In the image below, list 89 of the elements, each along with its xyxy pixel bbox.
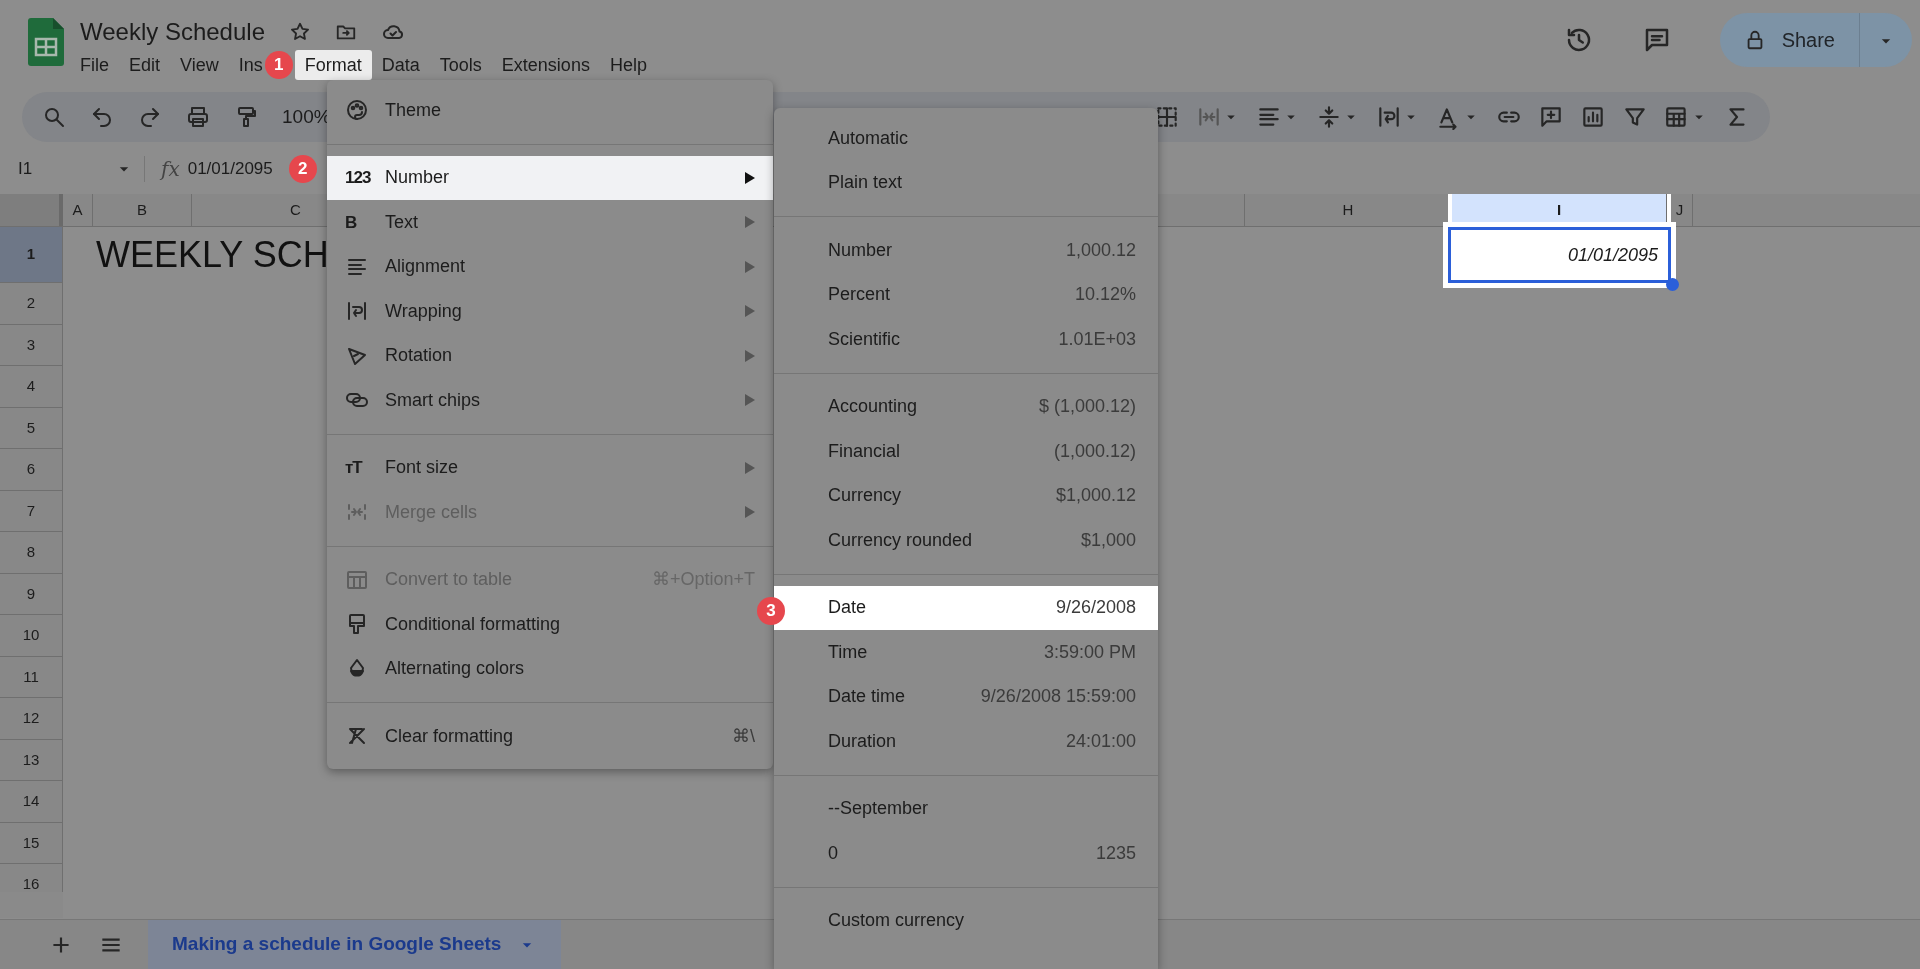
formula-value[interactable]: 01/01/2095: [187, 156, 273, 182]
menu-item[interactable]: Alignment: [327, 244, 755, 289]
align-middle-icon[interactable]: [1316, 104, 1342, 130]
format-example: 1,000.12: [1065, 238, 1136, 262]
document-title[interactable]: Weekly Schedule: [80, 18, 265, 46]
submenu-item[interactable]: Date 9/26/2008: [774, 585, 1158, 630]
row-header[interactable]: 10: [0, 615, 63, 657]
menu-item[interactable]: Edit: [119, 50, 171, 80]
submenu-item[interactable]: Custom currency: [774, 898, 1158, 943]
menu-item[interactable]: Conditional formatting: [327, 602, 755, 647]
format-example: 3:59:00 PM: [1043, 640, 1136, 664]
star-icon[interactable]: [289, 21, 311, 43]
row-header[interactable]: 12: [0, 698, 63, 740]
menu-item[interactable]: Format: [294, 50, 372, 80]
submenu-item[interactable]: Time 3:59:00 PM: [774, 630, 1158, 675]
sheet-tab[interactable]: Making a schedule in Google Sheets: [148, 919, 562, 969]
menu-item[interactable]: Smart chips: [327, 378, 755, 423]
row-header[interactable]: 13: [0, 739, 63, 781]
callout-badge: 1: [264, 51, 293, 79]
row-header[interactable]: 15: [0, 822, 63, 864]
row-header[interactable]: 16: [0, 864, 63, 892]
column-header[interactable]: B: [93, 194, 192, 226]
borders-icon[interactable]: [1154, 104, 1180, 130]
menu-item[interactable]: Alternating colors: [327, 646, 755, 691]
format-example: $1,000: [1080, 528, 1136, 552]
menu-item[interactable]: View: [170, 50, 229, 80]
submenu-item[interactable]: Automatic: [774, 116, 1158, 161]
chart-icon[interactable]: [1580, 104, 1606, 130]
row-header[interactable]: 9: [0, 573, 63, 615]
row-header[interactable]: 6: [0, 449, 63, 491]
format-example: $1,000.12: [1055, 484, 1136, 508]
format-example: 24:01:00: [1065, 729, 1136, 753]
row-header[interactable]: 4: [0, 366, 63, 408]
format-example: 1.01E+03: [1058, 327, 1136, 351]
submenu-item[interactable]: Scientific 1.01E+03: [774, 317, 1158, 362]
row-header[interactable]: 1: [0, 227, 63, 283]
add-comment-icon[interactable]: [1538, 104, 1564, 130]
menu-item[interactable]: 123 Number: [327, 155, 773, 200]
palette-icon: [345, 98, 369, 123]
format-example: 9/26/2008 15:59:00: [980, 685, 1136, 709]
format-example: 10.12%: [1074, 283, 1136, 307]
format-example: (1,000.12): [1053, 439, 1136, 463]
cell-reference[interactable]: I1: [18, 156, 33, 182]
print-icon[interactable]: [186, 105, 210, 129]
menu-item[interactable]: Rotation: [327, 333, 755, 378]
submenu-item[interactable]: Financial (1,000.12): [774, 429, 1158, 474]
row-header[interactable]: 5: [0, 407, 63, 449]
menu-item[interactable]: Extensions: [491, 50, 600, 80]
submenu-item[interactable]: Percent 10.12%: [774, 272, 1158, 317]
callout-badge: 2: [288, 155, 317, 183]
title-text: WEEKLY SCH: [96, 233, 326, 277]
menu-item[interactable]: Help: [599, 50, 657, 80]
sheets-logo[interactable]: [28, 18, 64, 66]
row-header[interactable]: 14: [0, 781, 63, 823]
row-header[interactable]: 3: [0, 324, 63, 366]
menu-item[interactable]: Clear formatting ⌘\: [327, 714, 755, 759]
format-example: $ (1,000.12): [1038, 395, 1136, 419]
format-example: 1235: [1095, 841, 1136, 865]
menu-item[interactable]: Data: [371, 50, 430, 80]
redo-icon[interactable]: [138, 105, 162, 129]
menu-item[interactable]: Ins: [228, 50, 265, 80]
format-example: 9/26/2008: [1055, 596, 1136, 620]
menu-item[interactable]: Wrapping: [327, 289, 755, 334]
undo-icon[interactable]: [90, 105, 114, 129]
menu-item[interactable]: Theme: [327, 88, 755, 133]
submenu-item[interactable]: Plain text: [774, 160, 1158, 205]
shortcut-text: ⌘\: [732, 724, 755, 748]
submenu-item[interactable]: Number 1,000.12: [774, 228, 1158, 273]
menu-item[interactable]: File: [70, 50, 119, 80]
fill-handle[interactable]: [1666, 278, 1679, 291]
submenu-item[interactable]: Date time 9/26/2008 15:59:00: [774, 674, 1158, 719]
submenu-item[interactable]: --September: [774, 786, 1158, 831]
submenu-item[interactable]: Accounting $ (1,000.12): [774, 384, 1158, 429]
icon-glyph: 123: [345, 167, 371, 189]
wrap-text-icon[interactable]: [1376, 104, 1402, 130]
icon-glyph: тT: [345, 457, 362, 479]
row-header[interactable]: 7: [0, 490, 63, 532]
function-label: fx: [161, 156, 180, 183]
menu-item[interactable]: Tools: [429, 50, 492, 80]
submenu-item[interactable]: Currency rounded $1,000: [774, 518, 1158, 563]
row-header[interactable]: 2: [0, 283, 63, 325]
row-header[interactable]: 8: [0, 532, 63, 574]
submenu-item[interactable]: Duration 24:01:00: [774, 719, 1158, 764]
menu-item[interactable]: тT Font size: [327, 445, 755, 490]
row-header[interactable]: 11: [0, 656, 63, 698]
submenu-item[interactable]: 0 1235: [774, 831, 1158, 876]
search-icon[interactable]: [42, 105, 66, 129]
submenu-item[interactable]: Currency $1,000.12: [774, 473, 1158, 518]
column-header[interactable]: A: [63, 194, 93, 226]
